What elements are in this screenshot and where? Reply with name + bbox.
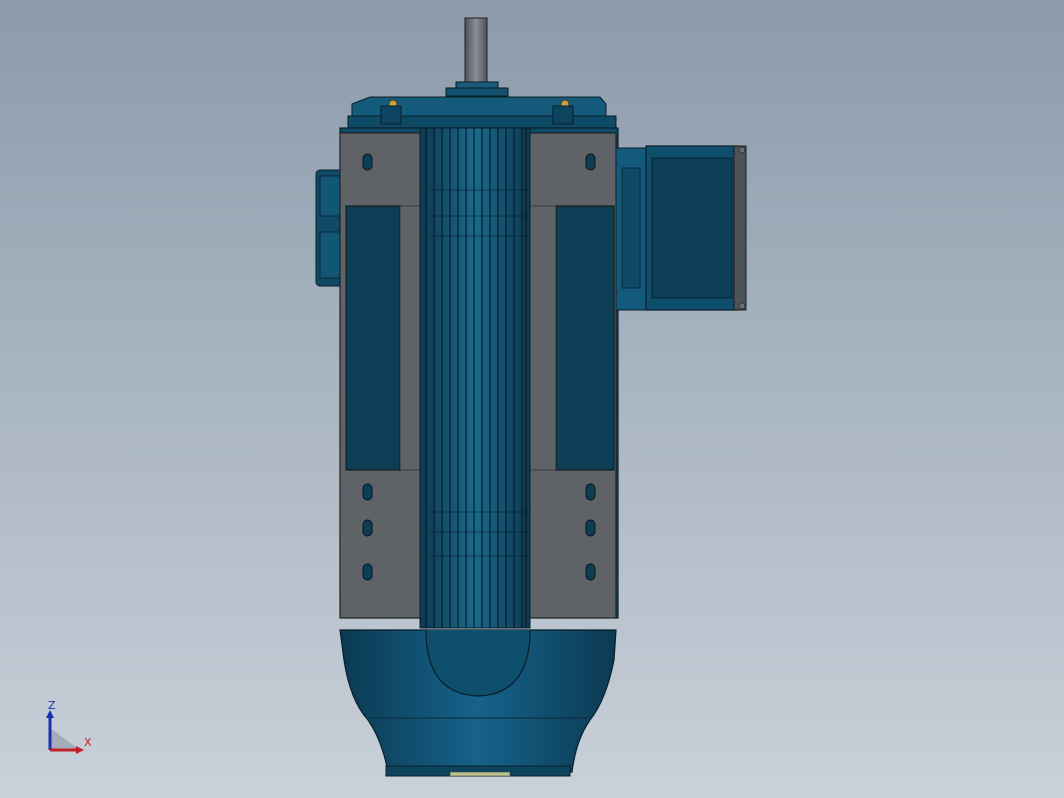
cad-viewport[interactable]: Z X [0,0,1064,798]
fan-cover[interactable] [339,629,617,777]
motor-shaft[interactable] [445,17,509,97]
x-axis-arrow-icon [76,746,84,754]
front-end-shield[interactable] [347,96,617,129]
x-axis-label: X [84,736,92,749]
triad-plane [50,728,80,750]
z-axis-label: Z [48,699,56,712]
terminal-box[interactable] [615,145,747,311]
motor-model[interactable] [0,0,1064,798]
motor-housing[interactable] [339,127,619,629]
orientation-triad[interactable]: Z X [40,698,100,758]
